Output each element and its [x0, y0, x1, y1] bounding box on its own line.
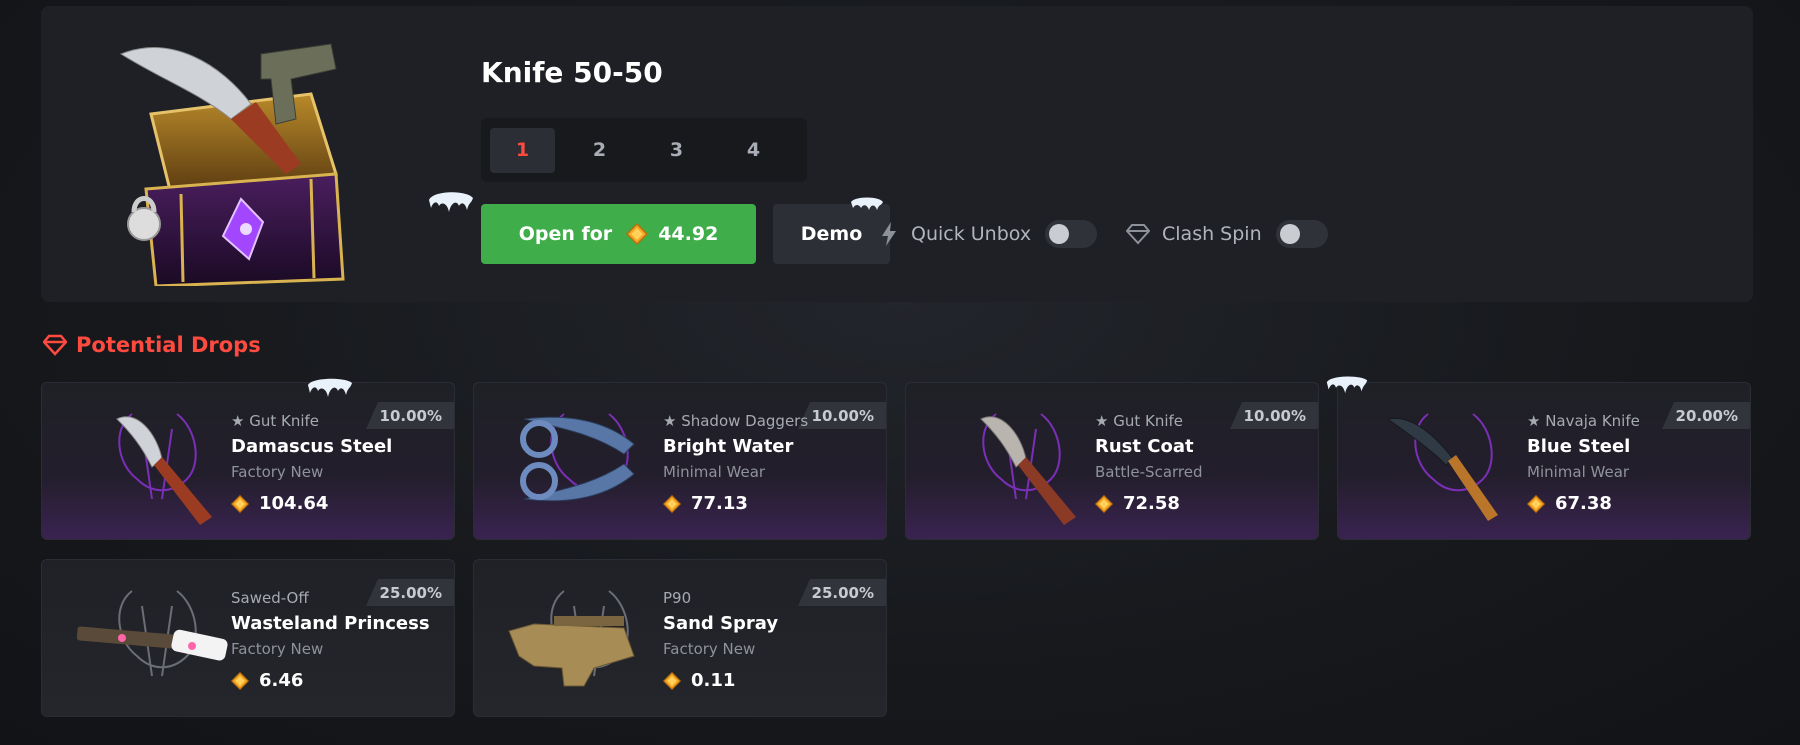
- drop-skin: Damascus Steel: [231, 436, 393, 457]
- drop-weapon: ★ Shadow Daggers: [663, 412, 809, 430]
- gut-knife-icon: [116, 413, 212, 525]
- potential-drops-header: Potential Drops: [43, 333, 261, 357]
- drop-card[interactable]: 10.00% ★ Gut Knife Damascus Steel Factor…: [41, 382, 455, 540]
- case-image: [119, 43, 345, 286]
- drop-card[interactable]: 25.00% Sawed-Off Wasteland Princess Fact…: [41, 559, 455, 717]
- coin-icon: [626, 223, 649, 245]
- count-tab-3[interactable]: 3: [644, 128, 709, 173]
- snow-decoration-icon: [308, 378, 352, 397]
- shadow-daggers-icon: [520, 413, 635, 502]
- count-tab-4[interactable]: 4: [721, 128, 786, 173]
- drop-odds: 20.00%: [1662, 402, 1750, 429]
- drop-card[interactable]: 10.00% ★ Gut Knife Rust Coat Battle-Scar…: [905, 382, 1319, 540]
- p90-icon: [508, 590, 635, 687]
- drop-weapon: ★ Gut Knife: [1095, 412, 1184, 430]
- drop-wear: Battle-Scarred: [1095, 463, 1203, 481]
- drop-card[interactable]: 10.00% ★ Shadow Daggers Bright Water Min…: [473, 382, 887, 540]
- drop-weapon: P90: [663, 589, 692, 607]
- case-header: Knife 50-50 1 2 3 4 Open for 44.92 Demo …: [41, 6, 1753, 302]
- quick-unbox-toggle[interactable]: [1045, 220, 1098, 248]
- drop-card[interactable]: 25.00% P90 Sand Spray Factory New 0.11: [473, 559, 887, 717]
- drop-wear: Minimal Wear: [663, 463, 766, 481]
- diamond-icon: [1126, 224, 1150, 245]
- drop-price: 72.58: [1095, 493, 1180, 514]
- drop-wear: Factory New: [663, 640, 756, 658]
- count-tab-1[interactable]: 1: [490, 127, 555, 173]
- lightning-icon: [882, 222, 896, 246]
- drop-skin: Bright Water: [663, 436, 794, 457]
- drop-price-value: 0.11: [691, 670, 736, 691]
- drop-price-value: 67.38: [1555, 493, 1612, 514]
- drop-price: 0.11: [663, 670, 735, 691]
- snow-decoration-icon: [429, 192, 473, 212]
- drop-odds: 10.00%: [1230, 402, 1318, 429]
- open-case-button[interactable]: Open for 44.92: [481, 204, 756, 264]
- coin-icon: [231, 494, 249, 513]
- drop-odds: 25.00%: [798, 579, 886, 606]
- drop-odds: 10.00%: [366, 402, 454, 429]
- navaja-knife-icon: [1386, 413, 1498, 521]
- gut-knife-icon: [980, 413, 1076, 525]
- drop-skin: Wasteland Princess: [231, 613, 430, 634]
- drop-odds: 25.00%: [366, 579, 454, 606]
- case-title: Knife 50-50: [481, 56, 663, 89]
- snow-decoration-icon: [1326, 376, 1368, 394]
- snow-decoration-icon: [851, 197, 883, 210]
- quick-unbox-group: Quick Unbox: [879, 218, 1098, 250]
- drop-wear: Factory New: [231, 463, 324, 481]
- drop-price-value: 77.13: [691, 493, 748, 514]
- count-tab-2[interactable]: 2: [567, 128, 632, 173]
- drop-price: 67.38: [1527, 493, 1612, 514]
- coin-icon: [1527, 494, 1545, 513]
- drop-price: 77.13: [663, 493, 748, 514]
- sawed-off-icon: [76, 590, 228, 677]
- drop-card[interactable]: 20.00% ★ Navaja Knife Blue Steel Minimal…: [1337, 382, 1751, 540]
- drop-weapon: ★ Navaja Knife: [1527, 412, 1640, 430]
- drop-skin: Rust Coat: [1095, 436, 1194, 457]
- open-button-label: Open for: [518, 223, 613, 245]
- clash-spin-toggle[interactable]: [1275, 220, 1328, 248]
- drop-price: 104.64: [231, 493, 328, 514]
- drop-price-value: 72.58: [1123, 493, 1180, 514]
- toggle-knob: [1279, 224, 1300, 244]
- drop-odds: 10.00%: [798, 402, 886, 429]
- drop-weapon: ★ Gut Knife: [231, 412, 320, 430]
- clash-spin-label: Clash Spin: [1162, 223, 1262, 245]
- drop-weapon: Sawed-Off: [231, 589, 309, 607]
- drop-wear: Factory New: [231, 640, 324, 658]
- drop-wear: Minimal Wear: [1527, 463, 1630, 481]
- drop-skin: Blue Steel: [1527, 436, 1631, 457]
- quick-unbox-label: Quick Unbox: [911, 223, 1032, 245]
- drop-price-value: 104.64: [259, 493, 329, 514]
- toggle-knob: [1049, 224, 1070, 244]
- potential-drops-title: Potential Drops: [76, 333, 261, 357]
- drop-skin: Sand Spray: [663, 613, 779, 634]
- coin-icon: [231, 671, 249, 690]
- coin-icon: [663, 671, 681, 690]
- clash-spin-group: Clash Spin: [1126, 218, 1328, 250]
- drop-price: 6.46: [231, 670, 303, 691]
- coin-icon: [1095, 494, 1113, 513]
- open-button-price: 44.92: [658, 223, 719, 245]
- drop-price-value: 6.46: [259, 670, 304, 691]
- gem-icon: [43, 334, 67, 356]
- coin-icon: [663, 494, 681, 513]
- case-count-tabs: 1 2 3 4: [481, 118, 807, 182]
